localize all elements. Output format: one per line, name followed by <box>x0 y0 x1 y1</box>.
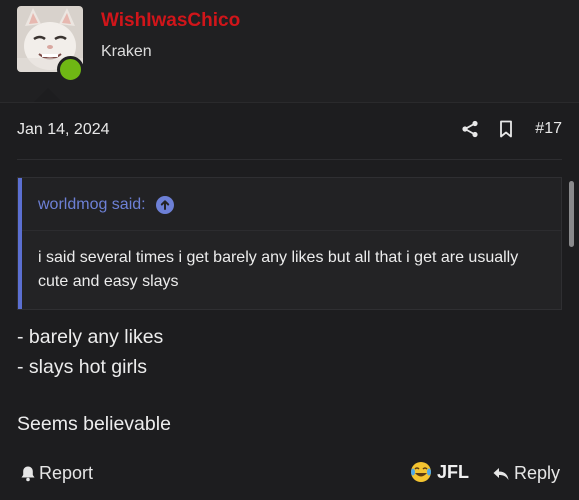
post-number-link[interactable]: #17 <box>535 120 562 138</box>
post-body: - barely any likes - slays hot girls See… <box>17 322 171 439</box>
divider <box>17 159 562 160</box>
divider <box>0 102 579 103</box>
post-footer: Report JFL Reply <box>0 455 579 495</box>
user-block: WishIwasChico Kraken <box>0 0 579 102</box>
quote-author-link[interactable]: worldmog said: <box>38 196 174 214</box>
post-body-line: - barely any likes <box>17 326 164 348</box>
share-icon[interactable] <box>459 118 481 140</box>
bookmark-icon[interactable] <box>495 118 517 140</box>
user-title: Kraken <box>101 43 152 60</box>
quote-block: worldmog said: i said several times i ge… <box>17 177 562 310</box>
reaction-label: JFL <box>437 461 470 482</box>
quote-text: i said several times i get barely any li… <box>38 249 519 290</box>
post-container: WishIwasChico Kraken Jan 14, 2024 #17 wo… <box>0 0 579 500</box>
reply-arrow-icon <box>493 467 509 480</box>
quote-author-label: worldmog said: <box>38 196 146 213</box>
online-status-indicator <box>57 56 84 83</box>
bell-icon <box>21 466 35 482</box>
report-button[interactable]: Report <box>20 463 93 484</box>
reaction-summary[interactable]: JFL <box>410 461 469 483</box>
report-label: Report <box>39 463 94 483</box>
crying-laughing-emoji-icon <box>411 462 431 482</box>
post-body-line: - slays hot girls <box>17 356 148 378</box>
reply-button[interactable]: Reply <box>492 463 560 484</box>
arrow-up-circle-icon[interactable] <box>155 196 174 214</box>
reply-label: Reply <box>513 463 560 483</box>
post-body-line: Seems believable <box>17 413 171 435</box>
quote-header: worldmog said: <box>22 178 561 231</box>
post-date[interactable]: Jan 14, 2024 <box>17 121 110 139</box>
user-block-caret <box>34 88 62 102</box>
scrollbar-thumb[interactable] <box>569 181 574 247</box>
username[interactable]: WishIwasChico <box>101 10 240 32</box>
post-meta-actions: #17 <box>445 118 562 140</box>
